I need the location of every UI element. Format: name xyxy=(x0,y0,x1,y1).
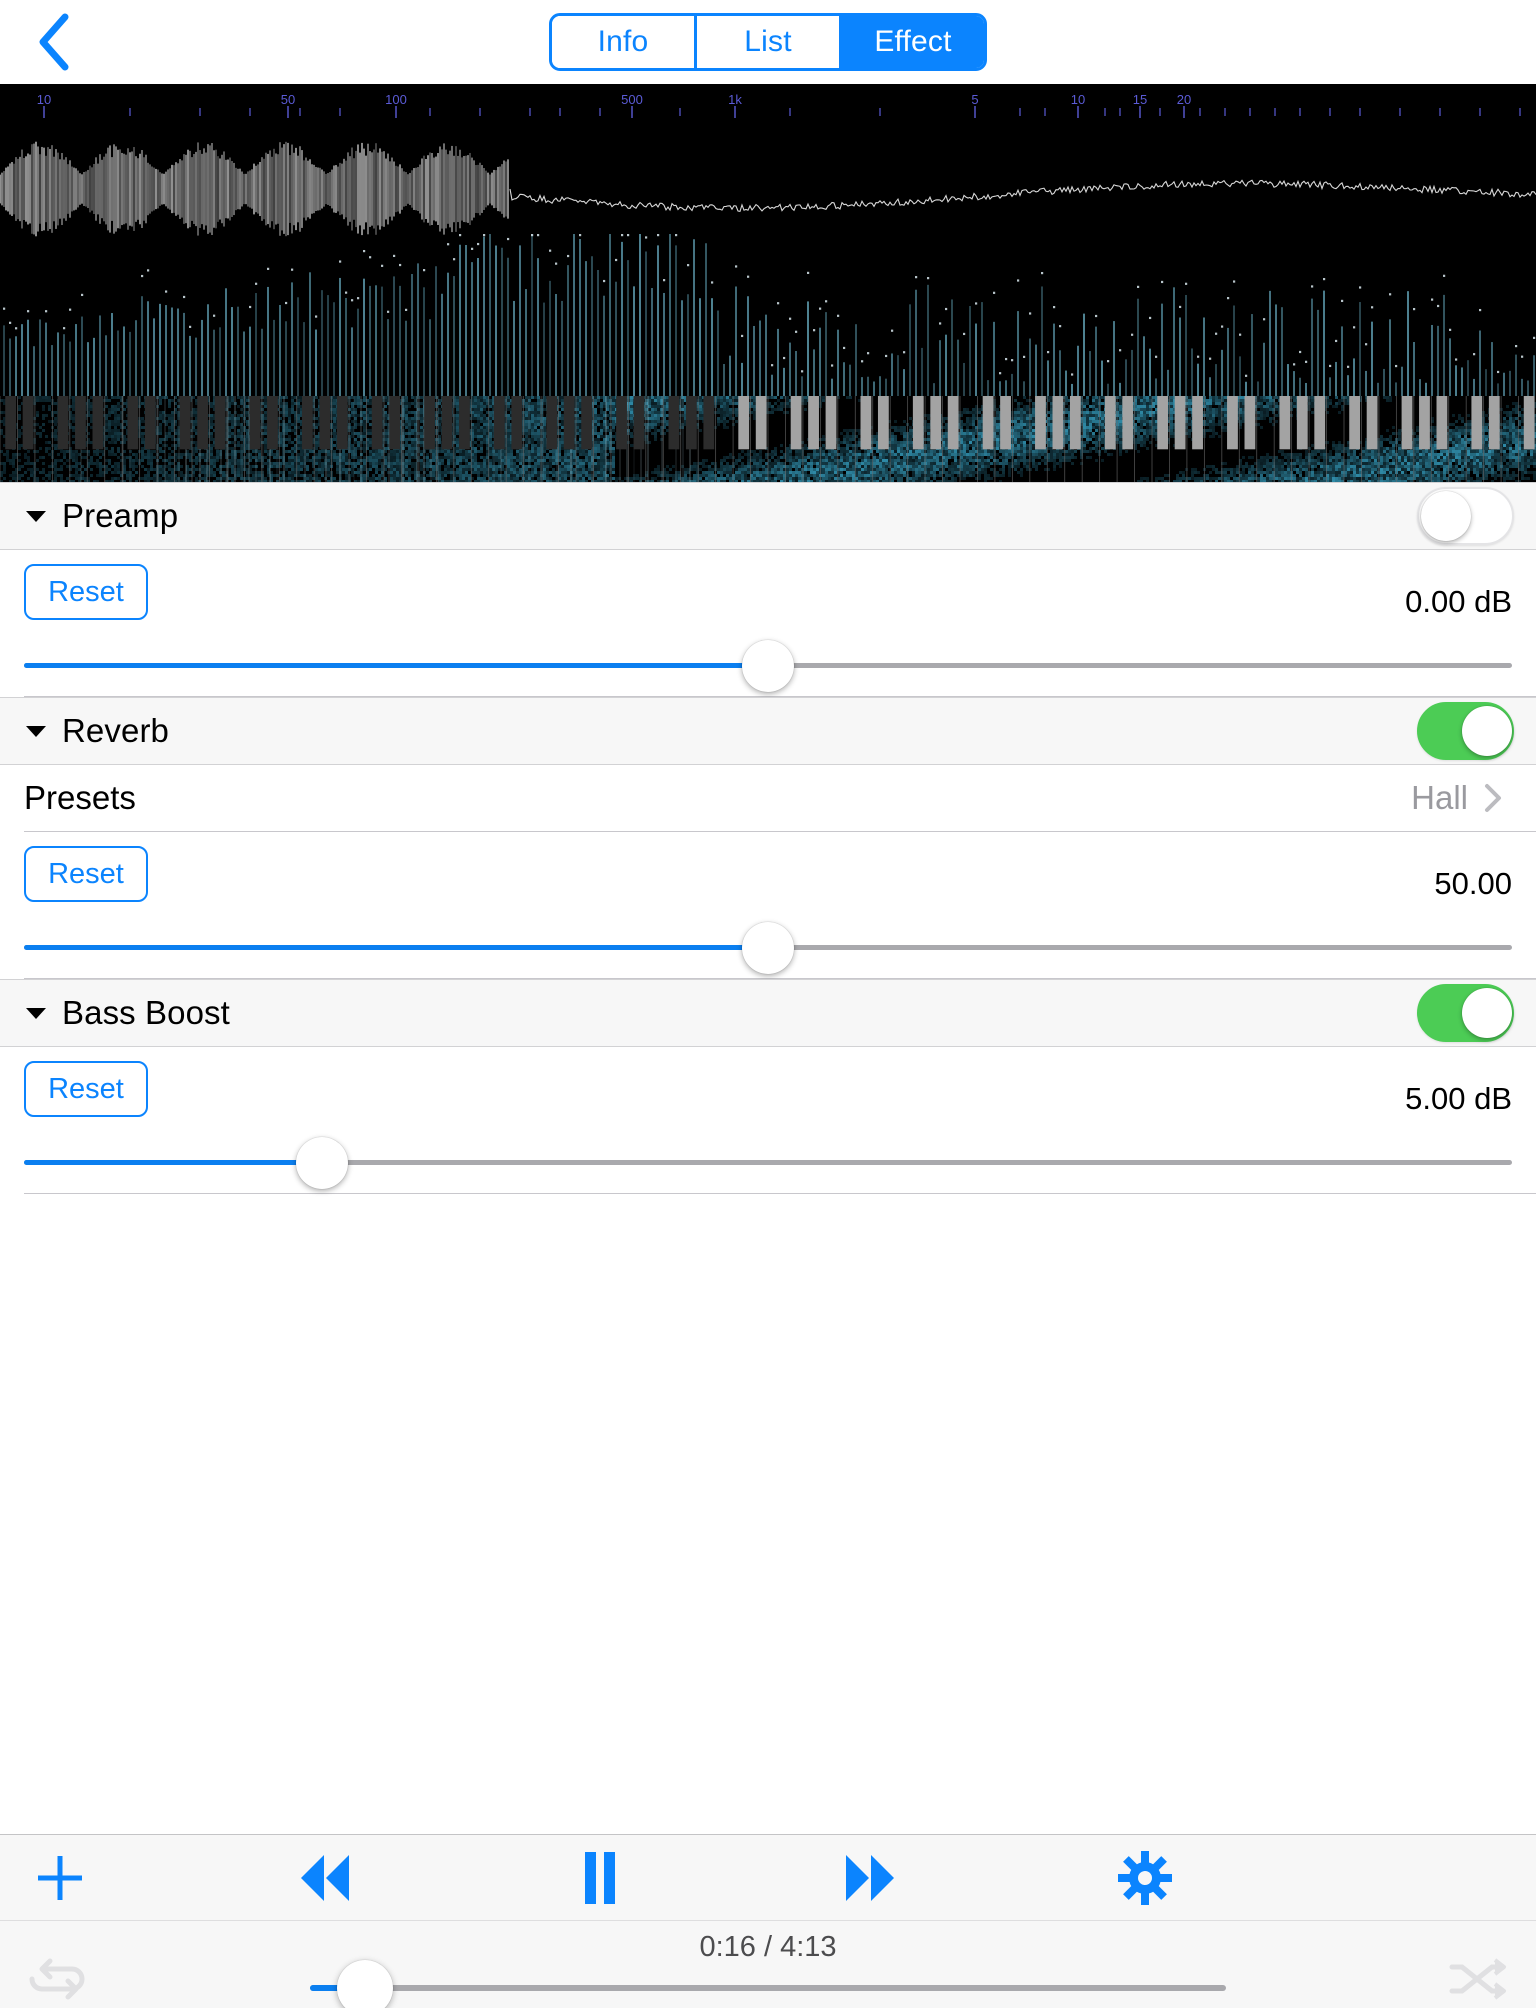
svg-text:50: 50 xyxy=(281,92,295,107)
toggle-knob xyxy=(1462,706,1512,756)
svg-text:20: 20 xyxy=(1177,92,1191,107)
shuffle-icon xyxy=(1449,1958,1506,2000)
svg-text:1k: 1k xyxy=(728,92,742,107)
toggle-reverb[interactable] xyxy=(1417,702,1514,760)
slider-track-preamp[interactable] xyxy=(24,639,1512,692)
section-title-bass-boost: Bass Boost xyxy=(62,994,230,1031)
settings-button[interactable] xyxy=(1085,1835,1205,1921)
toggle-bass-boost[interactable] xyxy=(1417,984,1514,1042)
view-mode-segmented-control[interactable]: Info List Effect xyxy=(549,13,987,71)
toggle-knob xyxy=(1421,491,1471,541)
tab-effect[interactable]: Effect xyxy=(842,16,984,68)
disclosure-triangle-icon xyxy=(26,726,46,737)
slider-fill-bass-boost xyxy=(24,1160,322,1165)
section-header-reverb[interactable]: Reverb xyxy=(0,697,1536,765)
shuffle-button[interactable] xyxy=(1442,1951,1514,2007)
plus-icon xyxy=(38,1856,82,1900)
tab-list[interactable]: List xyxy=(697,16,842,68)
chevron-left-icon xyxy=(39,13,69,71)
reverb-reset-row: Reset 50.00 xyxy=(0,832,1536,916)
reset-button-preamp[interactable]: Reset xyxy=(24,564,148,620)
chevron-right-icon xyxy=(1485,784,1501,812)
section-title-preamp: Preamp xyxy=(62,497,179,534)
disclosure-triangle-icon xyxy=(26,1008,46,1019)
section-header-preamp[interactable]: Preamp xyxy=(0,482,1536,550)
presets-row-reverb[interactable]: Presets Hall xyxy=(24,765,1512,831)
slider-track-bass-boost[interactable] xyxy=(24,1136,1512,1189)
value-label-bass-boost: 5.00 dB xyxy=(1405,1081,1512,1116)
play-pause-button[interactable] xyxy=(540,1835,660,1921)
slider-row-reverb[interactable] xyxy=(0,916,1536,978)
pause-icon xyxy=(585,1852,615,1904)
section-header-bass-boost[interactable]: Bass Boost xyxy=(0,979,1536,1047)
slider-row-preamp[interactable] xyxy=(0,634,1536,696)
svg-text:100: 100 xyxy=(385,92,407,107)
player-bottom-bar: 0:16 / 4:13 xyxy=(0,1834,1536,2008)
section-body-bass-boost: Reset 5.00 dB xyxy=(0,1047,1536,1193)
slider-fill-preamp xyxy=(24,663,768,668)
playback-progress-thumb[interactable] xyxy=(336,1960,393,2008)
time-display: 0:16 / 4:13 xyxy=(699,1931,837,1963)
presets-label: Presets xyxy=(24,779,136,816)
slider-row-bass-boost[interactable] xyxy=(0,1131,1536,1193)
tab-info[interactable]: Info xyxy=(552,16,697,68)
toggle-knob xyxy=(1462,988,1512,1038)
value-label-preamp: 0.00 dB xyxy=(1405,584,1512,619)
svg-text:5: 5 xyxy=(971,92,978,107)
playback-progress-track[interactable] xyxy=(310,1960,1226,2008)
slider-thumb-preamp[interactable] xyxy=(742,639,794,692)
toggle-preamp[interactable] xyxy=(1417,487,1514,545)
bass-boost-reset-row: Reset 5.00 dB xyxy=(0,1047,1536,1131)
back-button[interactable] xyxy=(18,6,90,78)
section-body-preamp: Reset 0.00 dB xyxy=(0,550,1536,696)
reset-button-bass-boost[interactable]: Reset xyxy=(24,1061,148,1117)
piano-keyboard-scale xyxy=(0,396,1535,482)
svg-text:15: 15 xyxy=(1133,92,1147,107)
fast-forward-icon xyxy=(846,1855,894,1901)
fast-forward-button[interactable] xyxy=(810,1835,930,1921)
slider-thumb-bass-boost[interactable] xyxy=(295,1136,348,1189)
progress-area: 0:16 / 4:13 xyxy=(0,1921,1536,2008)
rewind-icon xyxy=(301,1855,349,1901)
preamp-reset-row: Reset 0.00 dB xyxy=(0,550,1536,634)
transport-controls xyxy=(0,1835,1536,1921)
value-label-reverb: 50.00 xyxy=(1434,866,1512,901)
slider-track-reverb[interactable] xyxy=(24,921,1512,974)
reset-button-reverb[interactable]: Reset xyxy=(24,846,148,902)
svg-text:10: 10 xyxy=(37,92,51,107)
section-title-reverb: Reverb xyxy=(62,712,169,749)
effects-list: Preamp Reset 0.00 dB Reverb Presets Hall xyxy=(0,482,1536,1194)
svg-text:10: 10 xyxy=(1071,92,1085,107)
disclosure-triangle-icon xyxy=(26,511,46,522)
presets-value: Hall xyxy=(1411,779,1468,816)
gear-icon xyxy=(1118,1851,1172,1905)
divider xyxy=(24,1193,1536,1194)
slider-thumb-reverb[interactable] xyxy=(742,921,794,974)
top-navigation-bar: Info List Effect xyxy=(0,0,1536,84)
add-button[interactable] xyxy=(0,1835,120,1921)
rewind-button[interactable] xyxy=(265,1835,385,1921)
audio-visualizer-panel[interactable]: 10 50 100 500 1k 5 10 15 20 xyxy=(0,84,1536,482)
section-body-reverb: Presets Hall Reset 50.00 xyxy=(0,765,1536,978)
slider-fill-reverb xyxy=(24,945,768,950)
svg-text:500: 500 xyxy=(621,92,643,107)
visualizer-canvas: 10 50 100 500 1k 5 10 15 20 xyxy=(0,84,1536,482)
